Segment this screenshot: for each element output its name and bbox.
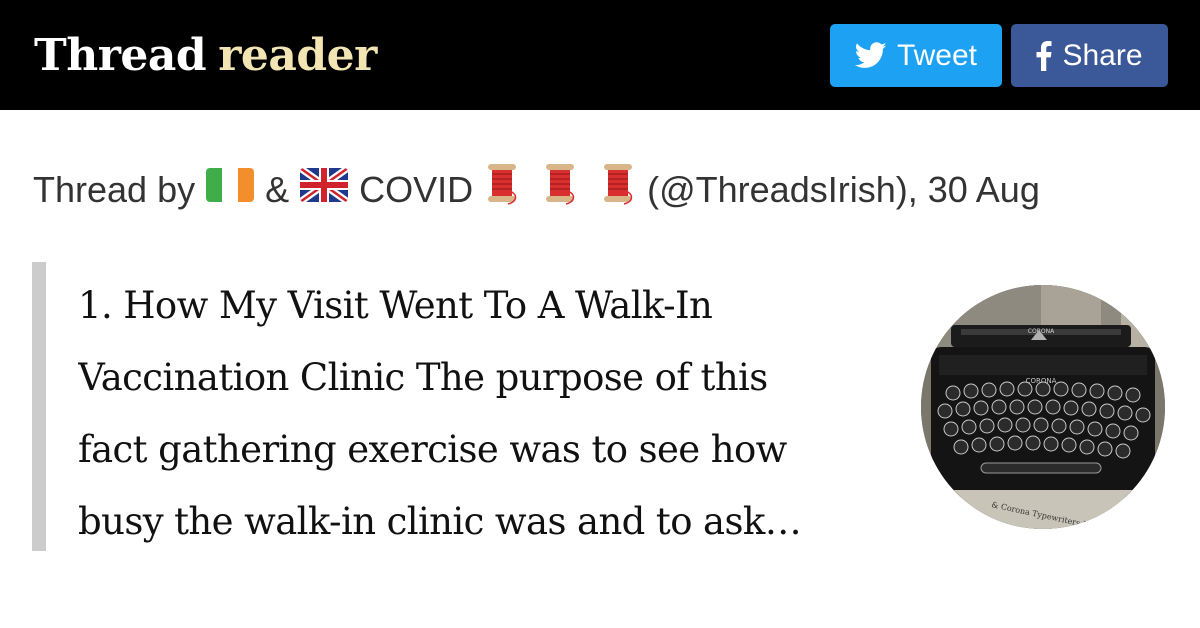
top-bar: Thread reader Tweet Share: [0, 0, 1200, 110]
tweet-line: Vaccination Clinic The purpose of this: [78, 356, 768, 399]
thread-spool-icon: [542, 162, 578, 217]
typewriter-avatar-image: CORONA CORONA & Corona Typewriters Inc.: [921, 285, 1165, 529]
site-logo[interactable]: Thread reader: [34, 28, 377, 84]
thread-spool-icon: [484, 162, 520, 217]
logo-word-reader: reader: [218, 30, 377, 81]
avatar[interactable]: CORONA CORONA & Corona Typewriters Inc.: [921, 285, 1165, 529]
quote-bar: [32, 262, 46, 551]
logo-word-thread: Thread: [34, 30, 207, 81]
tweet-line: 1. How My Visit Went To A Walk-In: [78, 284, 713, 327]
thread-spool-icon: [600, 162, 636, 217]
facebook-f-icon: [1036, 40, 1052, 71]
share-button-label: Share: [1062, 38, 1143, 72]
twitter-bird-icon: [854, 42, 887, 69]
byline-author-date[interactable]: (@ThreadsIrish), 30 Aug: [647, 167, 1040, 213]
tweet-button-label: Tweet: [896, 38, 978, 72]
thread-byline: Thread by & COVID (@ThreadsIrish), 30 Au…: [33, 162, 1183, 217]
byline-prefix: Thread by: [33, 168, 196, 210]
byline-covid: COVID: [359, 168, 474, 210]
uk-flag-icon: [300, 167, 349, 213]
tweet-line: fact gathering exercise was to see how: [78, 428, 787, 471]
tweet-text[interactable]: 1. How My Visit Went To A Walk-In Vaccin…: [78, 270, 898, 558]
tweet-button[interactable]: Tweet: [830, 24, 1002, 87]
byline-ampersand: &: [265, 168, 290, 210]
ireland-flag-icon: [206, 167, 255, 213]
share-button[interactable]: Share: [1011, 24, 1168, 87]
tweet-line: busy the walk-in clinic was and to ask…: [78, 500, 802, 543]
